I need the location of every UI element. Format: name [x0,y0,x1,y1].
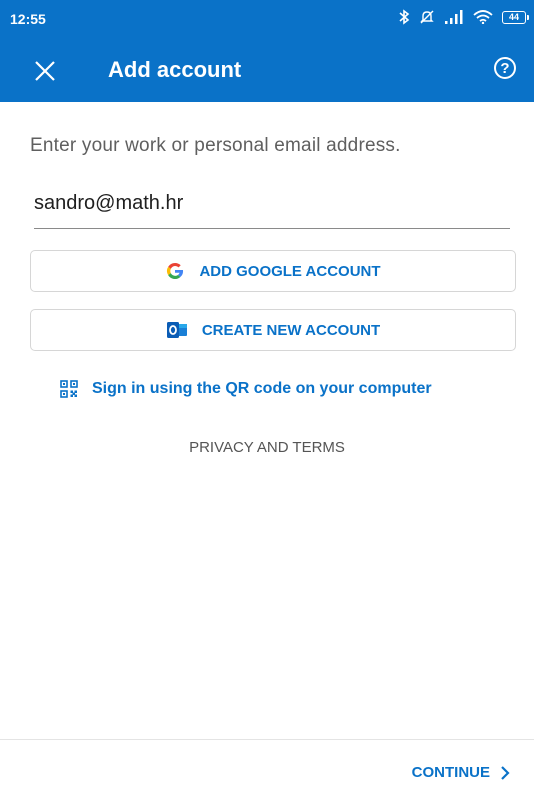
privacy-and-terms-link[interactable]: PRIVACY AND TERMS [0,439,534,456]
email-field[interactable] [34,185,510,229]
signal-icon [445,10,463,24]
qr-sign-in-label: Sign in using the QR code on your comput… [92,380,432,397]
wifi-icon [473,10,493,24]
add-google-account-label: ADD GOOGLE ACCOUNT [199,262,381,280]
bluetooth-icon [399,9,410,25]
bottom-divider [0,739,534,740]
close-icon [35,61,55,81]
help-icon: ? [500,59,510,77]
status-time: 12:55 [10,11,46,27]
outlook-logo-icon [166,322,187,338]
continue-button[interactable]: CONTINUE [412,764,510,781]
close-button[interactable] [32,58,58,84]
mute-icon [420,10,434,24]
continue-label: CONTINUE [411,764,490,781]
chevron-right-icon [501,765,510,780]
battery-icon: 44 [502,10,529,24]
help-button[interactable]: ? [494,57,516,79]
status-icons: 44 [398,9,529,25]
create-new-account-label: CREATE NEW ACCOUNT [201,321,381,339]
instruction-text: Enter your work or personal email addres… [30,135,401,156]
battery-level: 44 [508,12,519,22]
add-google-account-button[interactable]: ADD GOOGLE ACCOUNT [30,250,516,292]
qr-code-icon [60,380,78,398]
create-new-account-button[interactable]: CREATE NEW ACCOUNT [30,309,516,351]
status-bar: 12:55 44 [0,0,534,40]
app-bar: Add account ? [0,40,534,102]
qr-sign-in-link[interactable]: Sign in using the QR code on your comput… [60,380,432,398]
page-title: Add account [108,57,242,82]
google-logo-icon [167,262,184,280]
